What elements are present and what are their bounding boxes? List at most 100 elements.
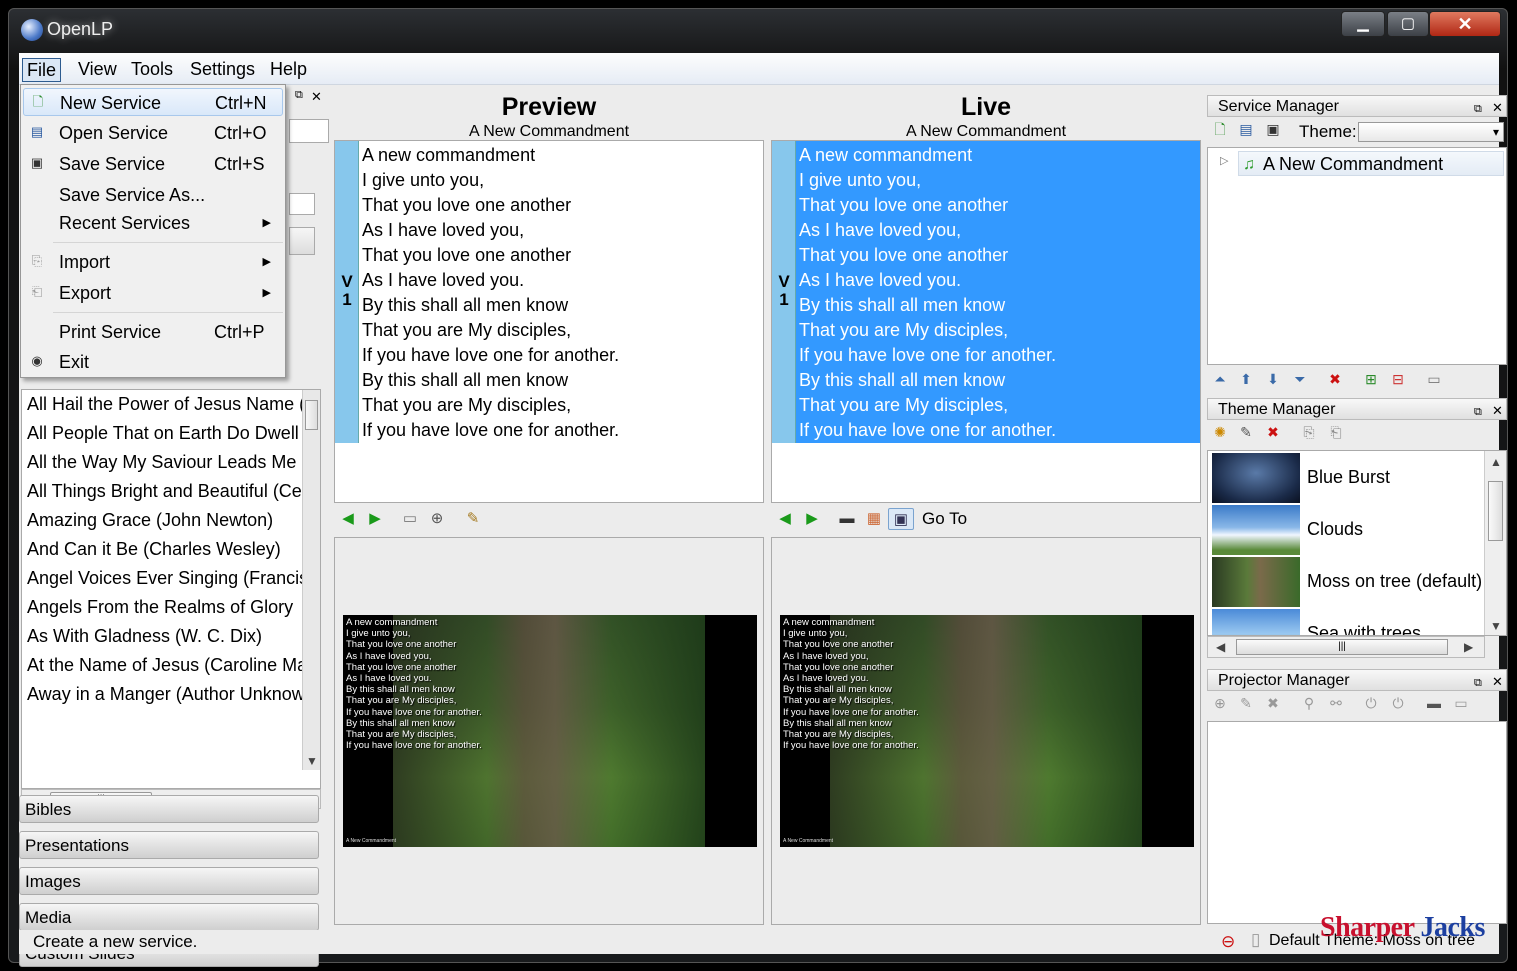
theme-item[interactable]: Blue Burst: [1212, 453, 1482, 505]
float-icon[interactable]: ⧉: [1474, 401, 1482, 423]
next-slide-icon[interactable]: ▶: [364, 508, 386, 530]
move-bottom-icon[interactable]: ⏷: [1290, 369, 1310, 389]
add-projector-icon[interactable]: ⊕: [1210, 693, 1230, 713]
theme-item[interactable]: Sea with trees: [1212, 609, 1482, 635]
service-item[interactable]: ♫ A New Commandment: [1238, 151, 1504, 176]
close-window-button[interactable]: ✕: [1429, 11, 1501, 37]
new-theme-icon[interactable]: ✺: [1210, 422, 1230, 442]
close-dock-icon[interactable]: ✕: [311, 89, 322, 105]
disconnect-icon[interactable]: ⚯: [1326, 693, 1346, 713]
menu-item-import[interactable]: ⎘ Import ▶: [23, 248, 283, 276]
scroll-thumb[interactable]: [1488, 481, 1503, 541]
move-down-icon[interactable]: ⬇: [1263, 369, 1283, 389]
next-slide-icon[interactable]: ▶: [801, 508, 823, 530]
scroll-thumb[interactable]: |||: [1236, 639, 1448, 655]
section-presentations[interactable]: Presentations: [19, 831, 319, 859]
new-service-icon[interactable]: 🗋: [1210, 119, 1230, 139]
menu-item-export[interactable]: ⎗ Export ▶: [23, 279, 283, 307]
collapse-all-icon[interactable]: ⊟: [1388, 369, 1408, 389]
menu-item-new-service[interactable]: 🗋 New Service Ctrl+N: [23, 88, 283, 116]
show-projector-icon[interactable]: ▭: [1451, 693, 1471, 713]
section-images[interactable]: Images: [19, 867, 319, 895]
list-item[interactable]: Amazing Grace (John Newton): [22, 506, 320, 535]
close-dock-icon[interactable]: ✕: [1492, 97, 1503, 119]
scroll-thumb[interactable]: [305, 400, 318, 430]
list-item[interactable]: All People That on Earth Do Dwell: [22, 419, 320, 448]
scroll-left-icon[interactable]: ◀: [1216, 640, 1225, 654]
theme-item[interactable]: Moss on tree (default): [1212, 557, 1482, 609]
menu-item-open-service[interactable]: ▤ Open Service Ctrl+O: [23, 119, 283, 147]
add-to-service-icon[interactable]: ⊕: [426, 508, 448, 530]
menu-view[interactable]: View: [74, 58, 121, 82]
live-verse-selected[interactable]: A new commandment I give unto you, That …: [796, 141, 1200, 443]
menu-help[interactable]: Help: [266, 58, 311, 82]
expand-all-icon[interactable]: ⊞: [1361, 369, 1381, 389]
close-dock-icon[interactable]: ✕: [1492, 671, 1503, 693]
desktop-screen-icon[interactable]: ▣: [888, 508, 914, 530]
menu-item-exit[interactable]: ◉ Exit: [23, 348, 283, 376]
save-service-icon[interactable]: ▣: [1263, 119, 1283, 139]
theme-list-vertical-scrollbar[interactable]: ▲ ▼: [1484, 451, 1506, 635]
menu-tools[interactable]: Tools: [127, 58, 177, 82]
expand-icon[interactable]: ▷: [1220, 154, 1228, 167]
menu-item-save-service-as[interactable]: Save Service As...: [23, 181, 283, 209]
theme-item[interactable]: Clouds: [1212, 505, 1482, 557]
list-item[interactable]: Away in a Manger (Author Unknow: [22, 680, 320, 709]
search-type-stub[interactable]: [289, 193, 315, 215]
previous-slide-icon[interactable]: ◀: [774, 508, 796, 530]
blank-screen-icon[interactable]: ▭: [399, 508, 421, 530]
menu-item-recent-services[interactable]: Recent Services ▶: [23, 209, 283, 237]
go-live-icon[interactable]: ▭: [1424, 369, 1444, 389]
float-icon[interactable]: ⧉: [1474, 672, 1482, 694]
scroll-down-icon[interactable]: ▼: [306, 754, 318, 768]
power-off-icon[interactable]: ⏻: [1388, 693, 1408, 713]
move-top-icon[interactable]: ⏶: [1210, 369, 1230, 389]
list-item[interactable]: And Can it Be (Charles Wesley): [22, 535, 320, 564]
blank-projector-icon[interactable]: ▬: [1424, 693, 1444, 713]
open-service-icon[interactable]: ▤: [1236, 119, 1256, 139]
menu-item-save-service[interactable]: ▣ Save Service Ctrl+S: [23, 150, 283, 178]
menu-settings[interactable]: Settings: [186, 58, 259, 82]
connect-icon[interactable]: ⚲: [1299, 693, 1319, 713]
float-icon[interactable]: ⧉: [1474, 98, 1482, 120]
list-item[interactable]: Angel Voices Ever Singing (Francis: [22, 564, 320, 593]
scroll-up-icon[interactable]: ▲: [1490, 455, 1502, 469]
goto-dropdown[interactable]: Go To: [922, 508, 967, 530]
delete-theme-icon[interactable]: ✖: [1263, 422, 1283, 442]
list-item[interactable]: At the Name of Jesus (Caroline Ma: [22, 651, 320, 680]
preview-verse[interactable]: A new commandment I give unto you, That …: [359, 141, 763, 443]
minimize-button[interactable]: ▁: [1341, 11, 1385, 37]
list-item[interactable]: All Hail the Power of Jesus Name (: [22, 390, 320, 419]
menu-file[interactable]: File: [22, 58, 62, 82]
maximize-button[interactable]: ▢: [1387, 11, 1429, 37]
export-theme-icon[interactable]: ⎗: [1326, 422, 1346, 442]
move-up-icon[interactable]: ⬆: [1236, 369, 1256, 389]
scroll-down-icon[interactable]: ▼: [1490, 619, 1502, 633]
edit-projector-icon[interactable]: ✎: [1236, 693, 1256, 713]
import-theme-icon[interactable]: ⎘: [1299, 422, 1319, 442]
section-media[interactable]: Media: [19, 903, 319, 931]
verse-line: By this shall all men know: [799, 370, 1006, 390]
section-bibles[interactable]: Bibles: [19, 795, 319, 823]
delete-projector-icon[interactable]: ✖: [1263, 693, 1283, 713]
theme-select[interactable]: ▾: [1358, 122, 1504, 142]
search-field-stub[interactable]: [289, 119, 329, 143]
blank-screen-icon[interactable]: ▬: [836, 508, 858, 530]
list-item[interactable]: All the Way My Saviour Leads Me: [22, 448, 320, 477]
list-item[interactable]: All Things Bright and Beautiful (Ce: [22, 477, 320, 506]
list-item[interactable]: Angels From the Realms of Glory: [22, 593, 320, 622]
close-dock-icon[interactable]: ✕: [1492, 400, 1503, 422]
edit-icon[interactable]: ✎: [462, 508, 484, 530]
menu-item-print-service[interactable]: Print Service Ctrl+P: [23, 318, 283, 346]
theme-list-horizontal-scrollbar[interactable]: ◀ ||| ▶: [1207, 636, 1485, 658]
song-list-vertical-scrollbar[interactable]: ▼: [302, 390, 320, 770]
edit-theme-icon[interactable]: ✎: [1236, 422, 1256, 442]
float-icon[interactable]: ⧉: [295, 89, 303, 102]
list-item[interactable]: As With Gladness (W. C. Dix): [22, 622, 320, 651]
scroll-right-icon[interactable]: ▶: [1464, 640, 1473, 654]
power-on-icon[interactable]: ⏻: [1361, 693, 1381, 713]
search-button-stub[interactable]: [289, 227, 315, 255]
delete-icon[interactable]: ✖: [1325, 369, 1345, 389]
theme-screen-icon[interactable]: ▦: [863, 508, 885, 530]
previous-slide-icon[interactable]: ◀: [337, 508, 359, 530]
